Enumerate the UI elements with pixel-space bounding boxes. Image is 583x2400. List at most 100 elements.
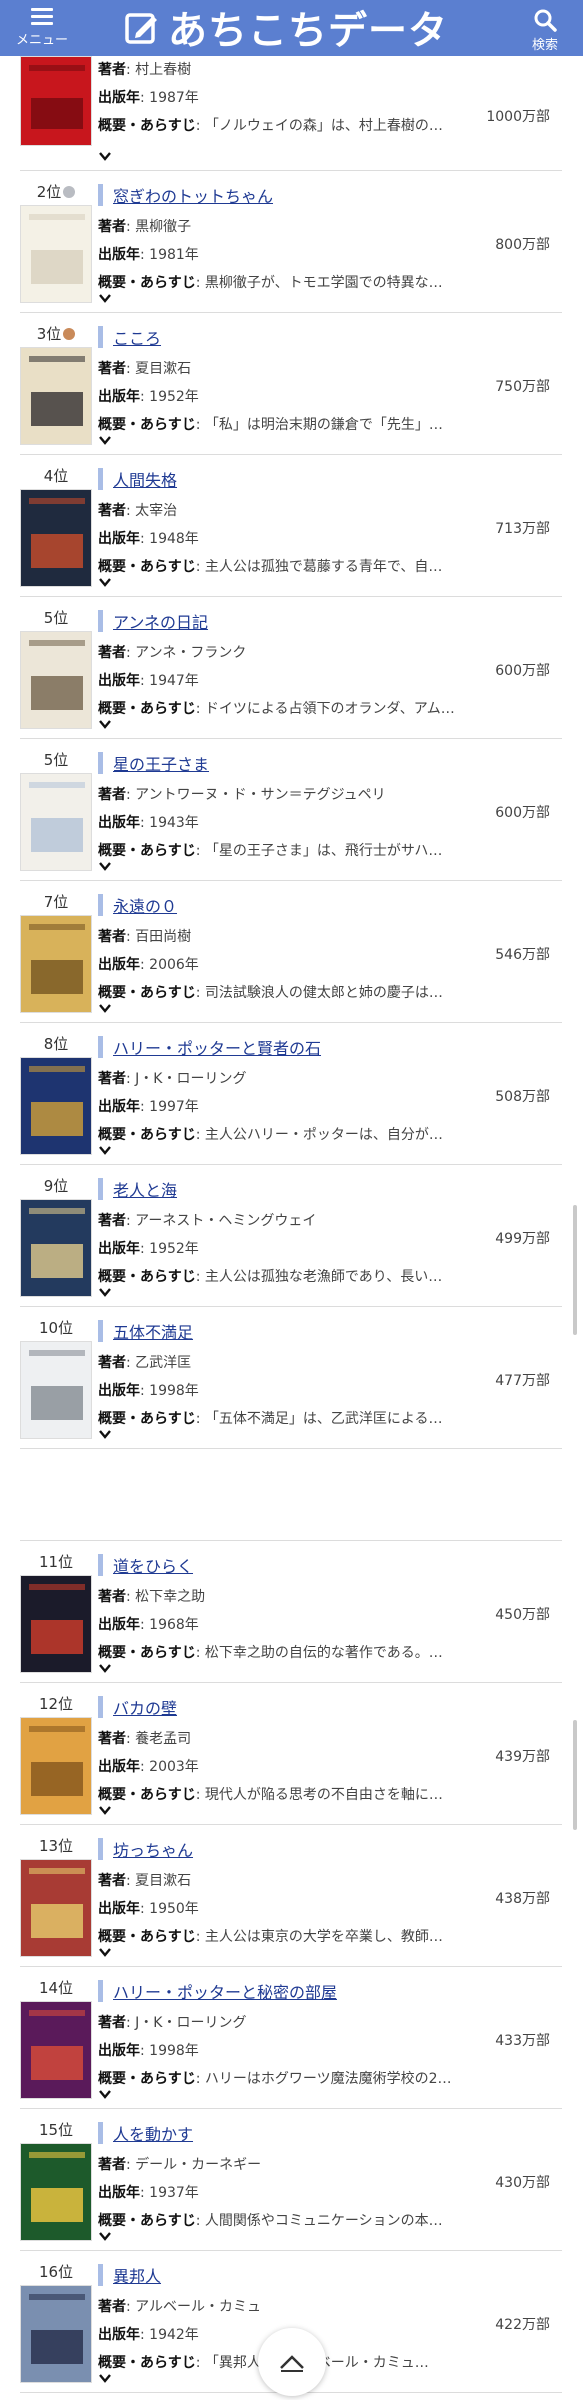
menu-button[interactable]: メニュー (6, 4, 78, 52)
book-cover-image[interactable] (20, 2001, 92, 2099)
year-line-label: 出版年 (98, 673, 140, 689)
author-line: 著者: デール・カーネギー (98, 2151, 468, 2179)
year-line-value: 1997年 (149, 1099, 199, 1115)
author-line-value: デール・カーネギー (135, 2157, 262, 2173)
summary-line: 概要・あらすじ: 現代人が陥る思考の不自由さを軸に… (98, 1781, 468, 1809)
rank-label: 2位 (20, 181, 92, 202)
rank-label: 12位 (20, 1693, 92, 1714)
book-title-link[interactable]: 老人と海 (113, 1177, 177, 1201)
book-title-link[interactable]: ハリー・ポッターと秘密の部屋 (113, 1979, 337, 2003)
book-cover-image[interactable] (20, 1717, 92, 1815)
author-line-value: アントワーヌ・ド・サン＝テグジュペリ (135, 787, 386, 803)
expand-chevron-icon[interactable] (98, 717, 112, 731)
menu-label: メニュー (15, 33, 68, 48)
book-title-link[interactable]: 坊っちゃん (113, 1837, 193, 1861)
book-title-link[interactable]: 異邦人 (113, 2263, 161, 2287)
expand-chevron-icon[interactable] (98, 1661, 112, 1675)
book-title-link[interactable]: ハリー・ポッターと賢者の石 (113, 1035, 321, 1059)
ad-spacer (20, 1449, 562, 1541)
book-title-wrap: 五体不満足 (98, 1319, 468, 1343)
book-title-link[interactable]: 窓ぎわのトットちゃん (113, 183, 273, 207)
site-logo[interactable]: あちこちデータ (124, 4, 448, 54)
label-colon: : (195, 275, 205, 291)
book-row: 4位 人間失格 著者: 太宰治 出版年: 1948年 概要・あらすじ: 主人公は孤独で葛… (20, 455, 562, 597)
year-line-label: 出版年 (98, 957, 140, 973)
book-cover-image[interactable] (20, 915, 92, 1013)
summary-line-label: 概要・あらすじ (98, 559, 196, 575)
expand-chevron-icon[interactable] (98, 149, 112, 163)
label-colon: : (140, 247, 150, 263)
year-line-value: 1943年 (149, 815, 199, 831)
scroll-to-top-button[interactable] (258, 2328, 326, 2396)
book-cover-image[interactable] (20, 2285, 92, 2383)
label-colon: : (140, 815, 150, 831)
label-colon: : (140, 1099, 150, 1115)
label-colon: : (195, 1127, 205, 1143)
book-cover-image[interactable] (20, 56, 92, 146)
book-cover-image[interactable] (20, 631, 92, 729)
book-title-link[interactable]: 五体不満足 (113, 1319, 193, 1343)
expand-chevron-icon[interactable] (98, 1427, 112, 1441)
rank-text: 11位 (38, 1553, 74, 1571)
expand-chevron-icon[interactable] (98, 1945, 112, 1959)
author-line: 著者: 太宰治 (98, 497, 468, 525)
expand-chevron-icon[interactable] (98, 2229, 112, 2243)
book-title-link[interactable]: 人間失格 (113, 467, 177, 491)
expand-chevron-icon[interactable] (98, 1143, 112, 1157)
book-title-link[interactable]: 永遠の０ (113, 893, 177, 917)
author-line: 著者: アーネスト・ヘミングウェイ (98, 1207, 468, 1235)
book-title-link[interactable]: アンネの日記 (113, 609, 208, 633)
expand-chevron-icon[interactable] (98, 859, 112, 873)
rank-text: 5位 (43, 609, 69, 627)
book-cover-image[interactable] (20, 1859, 92, 1957)
expand-chevron-icon[interactable] (98, 2087, 112, 2101)
expand-chevron-icon[interactable] (98, 291, 112, 305)
book-cover-image[interactable] (20, 1199, 92, 1297)
author-line-value: 太宰治 (135, 503, 178, 519)
year-line-value: 2003年 (149, 1759, 199, 1775)
author-line-label: 著者 (98, 787, 126, 803)
search-icon (534, 9, 557, 32)
expand-chevron-icon[interactable] (98, 2371, 112, 2385)
book-info: ハリー・ポッターと賢者の石 著者: J・K・ローリング 出版年: 1997年 概要・あ… (98, 1035, 468, 1149)
book-title-link[interactable]: 星の王子さま (113, 751, 209, 775)
book-cover-image[interactable] (20, 773, 92, 871)
summary-line-label: 概要・あらすじ (98, 1787, 196, 1803)
rank-text: 16位 (38, 2263, 74, 2281)
summary-line-label: 概要・あらすじ (98, 843, 196, 859)
book-cover-image[interactable] (20, 1575, 92, 1673)
scrollbar-thumb[interactable] (573, 1205, 577, 1335)
search-button[interactable]: 検索 (515, 4, 575, 53)
app-header: メニュー あちこちデータ 検索 (0, 0, 583, 56)
year-line-value: 1998年 (149, 1383, 199, 1399)
author-line: 著者: アルベール・カミュ (98, 2293, 468, 2321)
book-info: 人間失格 著者: 太宰治 出版年: 1948年 概要・あらすじ: 主人公は孤独で葛藤す… (98, 467, 468, 581)
year-line-value: 1981年 (149, 247, 199, 263)
book-cover-image[interactable] (20, 205, 92, 303)
label-colon: : (140, 1901, 150, 1917)
summary-line-value: ハリーはホグワーツ魔法魔術学校の2… (204, 2071, 452, 2087)
year-line: 出版年: 1998年 (98, 1377, 468, 1405)
book-cover-image[interactable] (20, 1057, 92, 1155)
label-colon: : (195, 985, 205, 1001)
book-cover-image[interactable] (20, 2143, 92, 2241)
book-cover-image[interactable] (20, 347, 92, 445)
book-row: 5位 アンネの日記 著者: アンネ・フランク 出版年: 1947年 概要・あらすじ: ド… (20, 597, 562, 739)
rank-text: 2位 (36, 183, 62, 201)
sales-figure: 438万部 (495, 1891, 550, 1907)
book-cover-image[interactable] (20, 1341, 92, 1439)
book-title-link[interactable]: バカの壁 (113, 1695, 177, 1719)
year-line-label: 出版年 (98, 1901, 140, 1917)
expand-chevron-icon[interactable] (98, 575, 112, 589)
book-title-link[interactable]: 道をひらく (113, 1553, 193, 1577)
scrollbar-thumb-lower[interactable] (573, 1720, 577, 1830)
expand-chevron-icon[interactable] (98, 1285, 112, 1299)
book-cover-image[interactable] (20, 489, 92, 587)
ranking-list: 著者: 村上春樹 出版年: 1987年 概要・あらすじ: 「ノルウェイの森」は、村上… (20, 56, 562, 2393)
label-colon: : (195, 417, 205, 433)
expand-chevron-icon[interactable] (98, 1803, 112, 1817)
expand-chevron-icon[interactable] (98, 433, 112, 447)
book-title-link[interactable]: こころ (113, 325, 161, 349)
expand-chevron-icon[interactable] (98, 1001, 112, 1015)
book-title-link[interactable]: 人を動かす (113, 2121, 193, 2145)
